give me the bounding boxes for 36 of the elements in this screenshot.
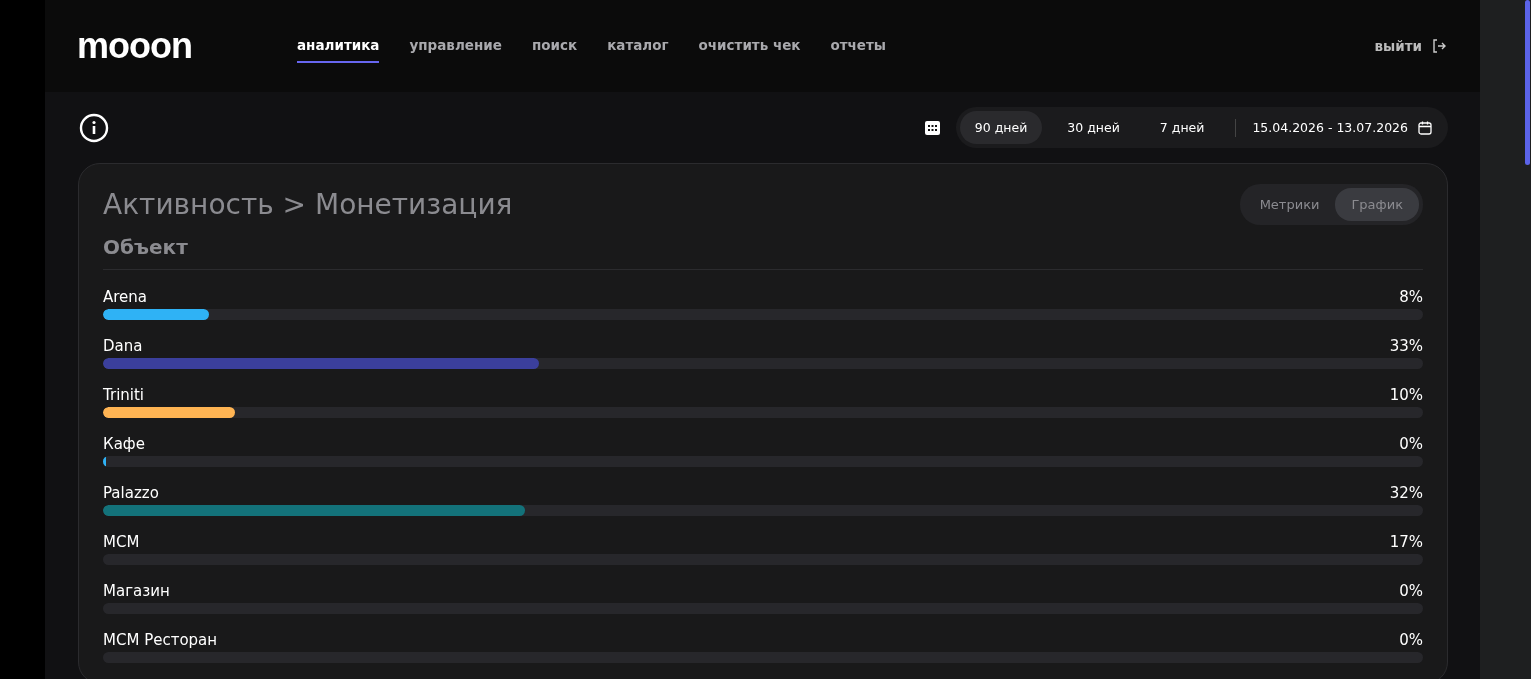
percent-value: 8%: [1399, 288, 1423, 306]
percent-value: 10%: [1389, 386, 1423, 404]
logout-link[interactable]: выйти: [1374, 38, 1422, 54]
percent-value: 0%: [1399, 582, 1423, 600]
date-range[interactable]: 15.04.2026 - 13.07.2026: [1252, 120, 1408, 135]
object-name: Dana: [103, 337, 143, 355]
logout-icon[interactable]: [1432, 39, 1446, 53]
card-title: Активность > Монетизация: [103, 188, 513, 221]
object-name: Triniti: [103, 386, 144, 404]
object-name: Palazzo: [103, 484, 159, 502]
nav-tab[interactable]: поиск: [531, 29, 578, 63]
percent-value: 17%: [1389, 533, 1423, 551]
calendar-icon[interactable]: [1418, 120, 1432, 135]
object-name: Arena: [103, 288, 148, 306]
period-tab[interactable]: 30 дней: [1052, 111, 1135, 144]
percent-value: 33%: [1389, 337, 1423, 355]
nav-tab[interactable]: управление: [409, 29, 502, 63]
percent-value: 0%: [1399, 435, 1423, 453]
logo: mooon: [77, 25, 193, 67]
calendar-icon[interactable]: [924, 120, 940, 135]
section-heading: Объект: [103, 225, 1423, 270]
nav-tab[interactable]: аналитика: [297, 29, 380, 63]
period-tab[interactable]: 90 дней: [959, 111, 1043, 144]
info-icon[interactable]: [79, 112, 109, 143]
object-name: Кафе: [103, 435, 145, 453]
view-tab[interactable]: Метрики: [1243, 188, 1336, 221]
object-name: Магазин: [103, 582, 170, 600]
scrollbar-thumb[interactable]: [1525, 0, 1530, 165]
nav-tab[interactable]: каталог: [607, 29, 669, 63]
percent-value: 32%: [1389, 484, 1423, 502]
object-name: MCM: [103, 533, 140, 551]
object-name: MCM Ресторан: [103, 631, 218, 649]
nav-tab[interactable]: отчеты: [830, 29, 887, 63]
percent-value: 0%: [1399, 631, 1423, 649]
period-tab[interactable]: 7 дней: [1144, 111, 1220, 144]
nav-tab[interactable]: очистить чек: [698, 29, 801, 63]
